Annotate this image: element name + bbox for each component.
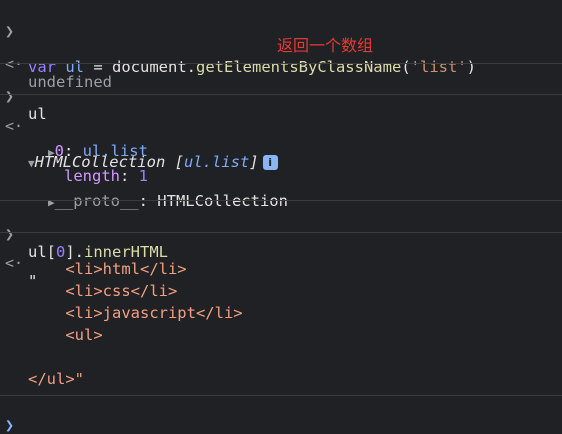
return-arrow-icon: <· <box>5 117 24 135</box>
console-prompt[interactable]: ❯ <box>0 398 562 434</box>
triangle-down-icon[interactable]: ▼ <box>28 157 35 170</box>
annotation-note: 返回一个数组 <box>277 36 374 55</box>
divider <box>0 94 562 95</box>
chevron-right-icon: ❯ <box>5 416 15 434</box>
triangle-right-icon[interactable]: ▶ <box>48 146 55 159</box>
divider <box>0 200 562 201</box>
property-key: 0 <box>54 142 64 160</box>
html-line: <li>css</li> <box>28 282 178 300</box>
divider <box>0 232 562 233</box>
html-line: <li>html</li> <box>28 260 187 278</box>
return-arrow-icon: <· <box>5 254 24 272</box>
property-row[interactable]: ▶__proto__: HTMLCollection <box>48 174 562 210</box>
divider <box>0 63 562 64</box>
divider <box>0 395 562 396</box>
html-line: </ul>" <box>28 370 84 388</box>
html-line: <ul> <box>28 326 103 344</box>
html-line: <li>javascript</li> <box>28 304 243 322</box>
